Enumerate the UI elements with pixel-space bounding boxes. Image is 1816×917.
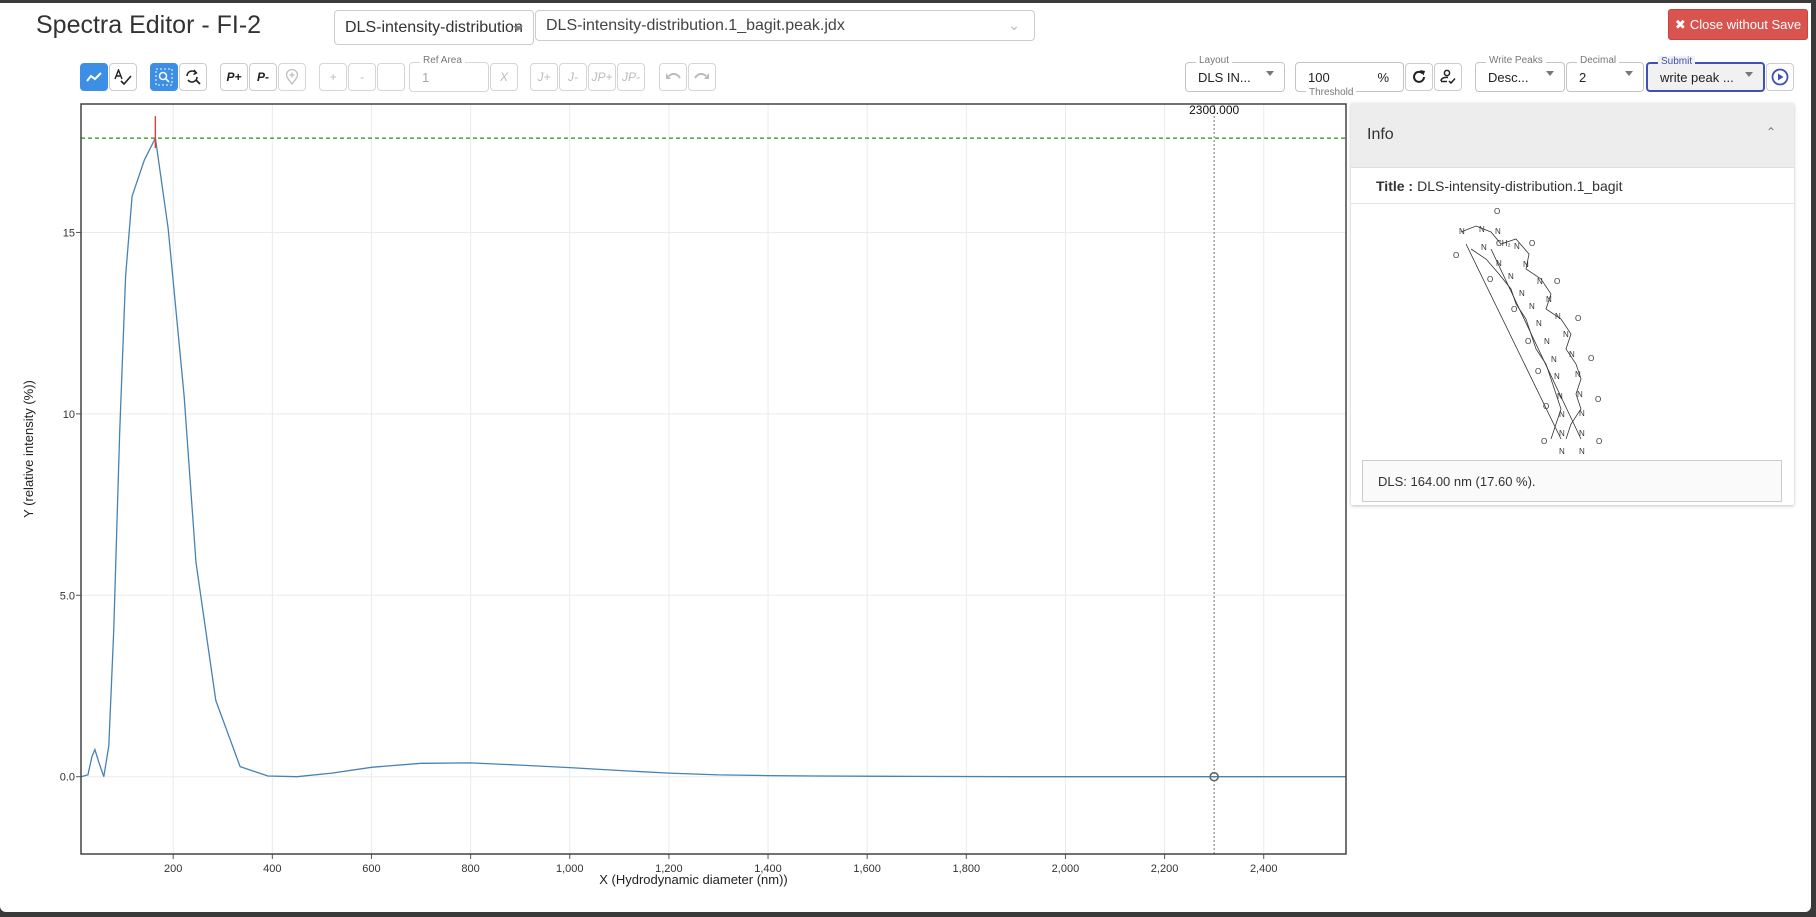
threshold-refresh-button[interactable] [1405, 63, 1433, 91]
x-tick-label: 2,200 [1151, 863, 1179, 875]
svg-text:N: N [1579, 429, 1585, 438]
svg-text:O: O [1529, 239, 1535, 248]
peak-summary: DLS: 164.00 nm (17.60 %). [1362, 460, 1782, 502]
caret-down-icon [1745, 72, 1753, 77]
svg-text:N: N [1551, 355, 1557, 364]
y-tick-label: 10 [63, 409, 75, 421]
svg-text:N: N [1459, 227, 1465, 236]
svg-text:N: N [1537, 277, 1543, 286]
molecular-structure-drawing: ONNN CH₂NO NO NNON NO NNON NO NNON NO NN… [1351, 204, 1794, 456]
svg-text:CH₂: CH₂ [1496, 239, 1511, 248]
svg-text:N: N [1479, 225, 1485, 234]
y-axis-label: Y (relative intensity (%)) [21, 380, 36, 518]
svg-text:N: N [1495, 227, 1501, 236]
decimal-select[interactable]: Decimal 2 [1566, 62, 1644, 92]
svg-text:O: O [1575, 314, 1581, 323]
close-without-save-button[interactable]: ✖ Close without Save [1668, 9, 1808, 40]
plot-area [81, 104, 1346, 854]
decimal-value: 2 [1579, 70, 1586, 85]
y-tick-label: 0.0 [60, 772, 75, 784]
caret-down-icon [1625, 71, 1633, 76]
peak-summary-text: DLS: 164.00 nm (17.60 %). [1378, 474, 1536, 489]
user-check-icon [1439, 69, 1457, 85]
svg-text:O: O [1554, 277, 1560, 286]
svg-text:N: N [1514, 242, 1520, 251]
svg-text:N: N [1579, 409, 1585, 418]
submit-select[interactable]: Submit write peak ... [1646, 62, 1765, 92]
info-header-label: Info [1367, 126, 1394, 144]
x-tick-label: 1,600 [853, 863, 881, 875]
submit-label: Submit [1658, 56, 1695, 68]
x-tick-label: 800 [461, 863, 479, 875]
svg-text:O: O [1525, 337, 1531, 346]
play-circle-icon [1771, 68, 1789, 86]
svg-text:O: O [1596, 437, 1602, 446]
decimal-label: Decimal [1577, 55, 1619, 67]
svg-text:N: N [1554, 372, 1560, 381]
y-tick-label: 5.0 [60, 590, 75, 602]
close-without-save-label: Close without Save [1690, 17, 1801, 32]
svg-text:N: N [1569, 350, 1575, 359]
svg-text:N: N [1563, 330, 1569, 339]
svg-text:O: O [1543, 402, 1549, 411]
svg-text:O: O [1595, 395, 1601, 404]
cursor-label: 2300.000 [1189, 103, 1239, 117]
y-tick-label: 15 [63, 227, 75, 239]
threshold-unit: % [1377, 70, 1389, 85]
x-tick-label: 1,000 [556, 863, 584, 875]
submit-value: write peak ... [1660, 70, 1734, 85]
info-title-value: DLS-intensity-distribution.1_bagit [1417, 178, 1622, 194]
svg-text:O: O [1588, 354, 1594, 363]
x-tick-label: 2,000 [1052, 863, 1080, 875]
svg-text:N: N [1557, 392, 1563, 401]
spectra-editor-modal: Spectra Editor - FI-2 DLS-intensity-dist… [0, 3, 1811, 912]
molecular-structure: ONNN CH₂NO NO NNON NO NNON NO NNON NO NN… [1351, 204, 1794, 456]
svg-text:N: N [1544, 337, 1550, 346]
svg-text:N: N [1546, 295, 1552, 304]
write-peaks-value: Desc... [1488, 70, 1528, 85]
svg-text:N: N [1579, 447, 1585, 456]
x-tick-label: 600 [362, 863, 380, 875]
svg-text:N: N [1508, 272, 1514, 281]
svg-text:N: N [1529, 302, 1535, 311]
svg-text:N: N [1496, 259, 1502, 268]
submit-run-button[interactable] [1766, 63, 1794, 91]
x-tick-label: 200 [164, 863, 182, 875]
x-tick-label: 400 [263, 863, 281, 875]
write-peaks-label: Write Peaks [1486, 55, 1546, 67]
svg-text:O: O [1511, 305, 1517, 314]
info-panel: Info ⌃ Title : DLS-intensity-distributio… [1351, 103, 1794, 505]
times-icon: ✖ [1675, 17, 1686, 33]
refresh-icon [1411, 69, 1427, 85]
svg-text:N: N [1577, 390, 1583, 399]
svg-text:N: N [1559, 447, 1565, 456]
x-tick-label: 2,400 [1250, 863, 1278, 875]
svg-text:O: O [1487, 275, 1493, 284]
caret-down-icon [1546, 71, 1554, 76]
svg-text:O: O [1541, 437, 1547, 446]
spectrum-chart[interactable]: 2004006008001,0001,2001,4001,6001,8002,0… [0, 3, 1350, 917]
svg-text:O: O [1494, 207, 1500, 216]
svg-text:N: N [1559, 410, 1565, 419]
info-title-row: Title : DLS-intensity-distribution.1_bag… [1351, 168, 1794, 204]
x-tick-label: 1,800 [953, 863, 981, 875]
info-panel-header[interactable]: Info ⌃ [1351, 103, 1794, 168]
svg-text:N: N [1481, 243, 1487, 252]
svg-text:N: N [1559, 429, 1565, 438]
x-axis-label: X (Hydrodynamic diameter (nm)) [599, 872, 788, 887]
svg-text:O: O [1453, 251, 1459, 260]
info-title-label: Title : [1376, 178, 1413, 194]
chevron-up-icon[interactable]: ⌃ [1766, 125, 1776, 139]
svg-text:N: N [1555, 312, 1561, 321]
svg-text:N: N [1536, 319, 1542, 328]
svg-text:N: N [1519, 289, 1525, 298]
svg-text:N: N [1523, 260, 1529, 269]
svg-text:O: O [1535, 367, 1541, 376]
write-peaks-select[interactable]: Write Peaks Desc... [1475, 62, 1565, 92]
user-check-button[interactable] [1434, 63, 1462, 91]
svg-text:N: N [1575, 370, 1581, 379]
